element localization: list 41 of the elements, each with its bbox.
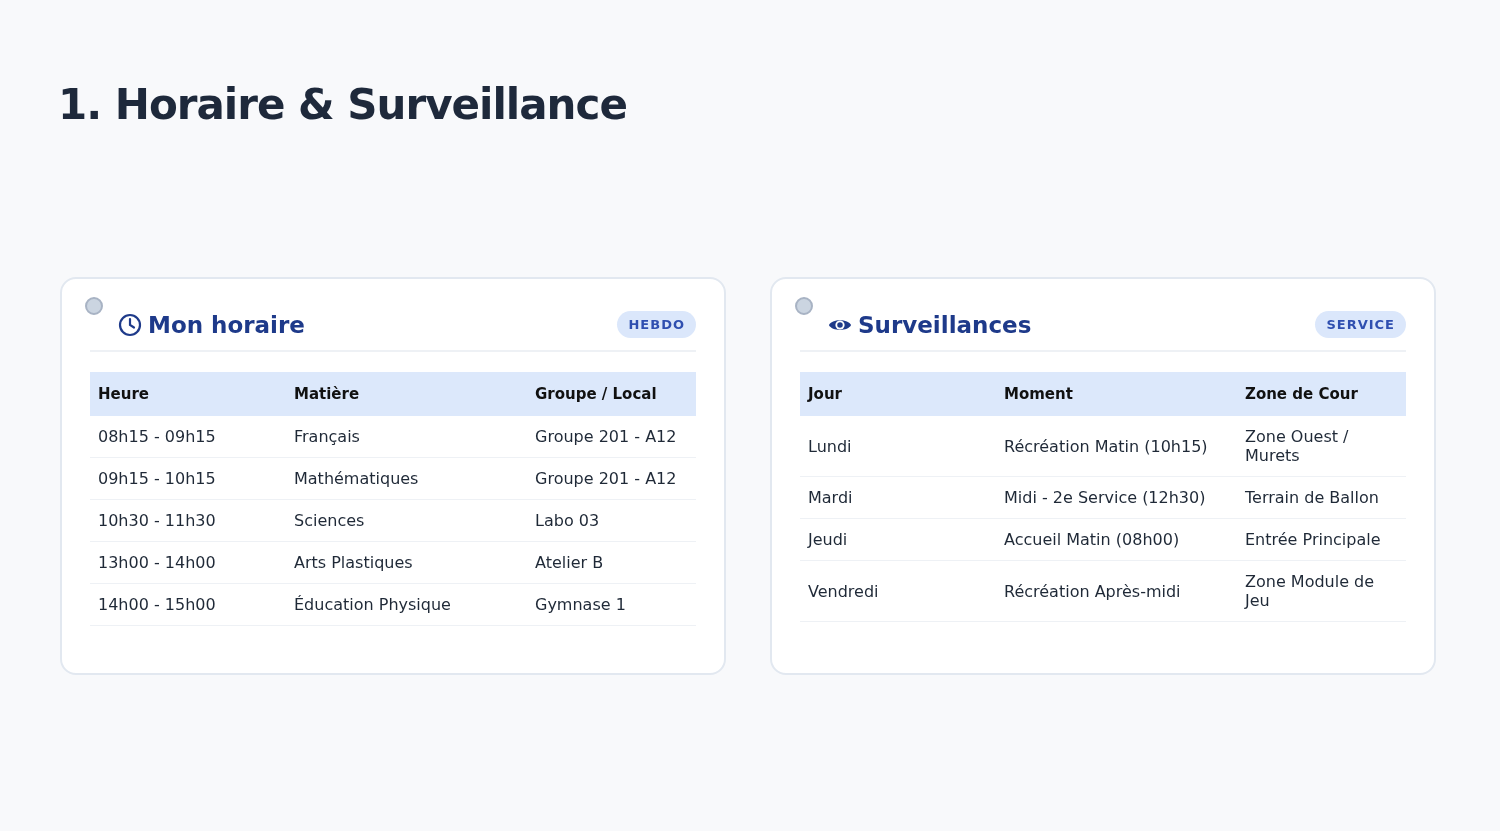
table-cell: Mathématiques: [286, 457, 527, 500]
column-header: Jour: [800, 372, 996, 416]
table-cell: Terrain de Ballon: [1237, 476, 1406, 519]
table-cell: Gymnase 1: [527, 583, 696, 626]
circle-icon: [85, 297, 103, 315]
table-cell: Midi - 2e Service (12h30): [996, 476, 1237, 519]
table-cell: 13h00 - 14h00: [90, 541, 286, 584]
table-cell: Groupe 201 - A12: [527, 416, 696, 458]
table-cell: Arts Plastiques: [286, 541, 527, 584]
column-header: Moment: [996, 372, 1237, 416]
badge: HEBDO: [617, 311, 696, 338]
table-cell: 14h00 - 15h00: [90, 583, 286, 626]
table-cell: Zone Module de Jeu: [1237, 560, 1406, 622]
table-cell: Vendredi: [800, 560, 996, 622]
table-cell: Groupe 201 - A12: [527, 457, 696, 500]
column-header: Heure: [90, 372, 286, 416]
badge: SERVICE: [1315, 311, 1406, 338]
table-cell: Zone Ouest / Murets: [1237, 416, 1406, 477]
circle-icon: [795, 297, 813, 315]
table-cell: Jeudi: [800, 518, 996, 561]
table-cell: Lundi: [800, 416, 996, 477]
table-cell: Français: [286, 416, 527, 458]
page-title: 1. Horaire & Surveillance: [58, 80, 628, 129]
table-cell: 08h15 - 09h15: [90, 416, 286, 458]
table-cell: Sciences: [286, 499, 527, 542]
table-cell: Accueil Matin (08h00): [996, 518, 1237, 561]
table-cell: 10h30 - 11h30: [90, 499, 286, 542]
card-title: Surveillances: [858, 311, 1033, 338]
clock-icon: [118, 312, 142, 337]
table-cell: Mardi: [800, 476, 996, 519]
table-cell: Récréation Matin (10h15): [996, 416, 1237, 477]
table-cell: Entrée Principale: [1237, 518, 1406, 561]
column-header: Groupe / Local: [527, 372, 696, 416]
table-cell: Récréation Après-midi: [996, 560, 1237, 622]
column-header: Zone de Cour: [1237, 372, 1406, 416]
column-header: Matière: [286, 372, 527, 416]
table-cell: Labo 03: [527, 499, 696, 542]
table-cell: Atelier B: [527, 541, 696, 584]
table-cell: 09h15 - 10h15: [90, 457, 286, 500]
card-title: Mon horaire: [148, 311, 306, 338]
table-cell: Éducation Physique: [286, 583, 527, 626]
